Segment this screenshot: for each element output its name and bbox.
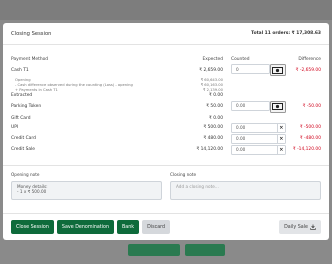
app-header-backdrop <box>0 0 332 20</box>
dialog-footer: Close Session Save Denomination Bank Dis… <box>3 213 329 240</box>
opening-note-col: Opening note Money details: - 1 x ₹ 500.… <box>11 172 162 201</box>
detail-label: + Payments in Cash T1 <box>15 87 58 92</box>
credit-card-difference: ₹ -480.00 <box>299 136 321 142</box>
upi-count-cell: 0.00 × <box>223 122 286 133</box>
cash-icon[interactable] <box>269 64 286 76</box>
credit-sale-expected: ₹ 14,120.00 <box>196 147 223 153</box>
background-button <box>128 244 180 256</box>
table-row-upi: UPI ₹ 500.00 0.00 × ₹ -500.00 <box>11 122 321 133</box>
table-row-credit-card: Credit Card ₹ 480.00 0.00 × ₹ -480.00 <box>11 133 321 144</box>
extracted-value: ₹ 0.00 <box>209 93 223 99</box>
notes-section: Opening note Money details: - 1 x ₹ 500.… <box>11 172 321 201</box>
table-row-credit-sale: Credit Sale ₹ 14,120.00 0.00 × ₹ -14,120… <box>11 144 321 155</box>
upi-label: UPI <box>11 125 19 131</box>
divider <box>3 165 329 167</box>
credit-sale-counted-input[interactable]: 0.00 <box>231 144 278 155</box>
bank-button[interactable]: Bank <box>117 220 140 234</box>
background-button <box>185 244 225 256</box>
cash-difference: ₹ -2,659.00 <box>295 67 321 73</box>
dialog-title: Closing Session <box>11 30 52 37</box>
save-denomination-button[interactable]: Save Denomination <box>56 220 114 234</box>
dialog-header: Closing Session Total 11 orders: ₹ 17,30… <box>3 23 329 45</box>
cash-count-cell: 0 <box>223 64 286 76</box>
extracted-row: Extracted ₹ 0.00 <box>11 92 321 99</box>
table-row-cash: Cash T1 ₹ 2,659.00 0 ₹ -2,659.00 <box>11 63 321 77</box>
detail-value: ₹ 2,139.00 <box>203 87 223 92</box>
clear-icon[interactable]: × <box>277 133 286 144</box>
parking-label: Parking Token <box>11 104 42 110</box>
credit-card-expected: ₹ 480.00 <box>203 136 223 142</box>
opening-note-line: - 1 x ₹ 500.00 <box>17 189 47 195</box>
credit-card-count-cell: 0.00 × <box>223 133 286 144</box>
cash-expected: ₹ 2,659.00 <box>199 67 223 73</box>
discard-button[interactable]: Discard <box>142 220 171 234</box>
clear-icon[interactable]: × <box>277 144 286 155</box>
upi-counted-input[interactable]: 0.00 <box>231 122 278 133</box>
opening-note-label: Opening note <box>11 172 40 178</box>
payment-table: Payment Method Expected Counted Differen… <box>3 45 329 201</box>
header-method: Payment Method <box>11 56 49 62</box>
parking-expected: ₹ 50.00 <box>206 104 223 110</box>
daily-sale-label: Daily Sale <box>284 224 308 230</box>
closing-session-dialog: Closing Session Total 11 orders: ₹ 17,30… <box>3 23 329 240</box>
orders-total: Total 11 orders: ₹ 17,308.63 <box>251 31 321 36</box>
close-session-button[interactable]: Close Session <box>11 220 54 234</box>
extracted-label: Extracted <box>11 93 33 99</box>
header-difference: Difference <box>298 56 321 62</box>
giftcard-label: Gift Card <box>11 115 31 121</box>
closing-note-col: Closing note Add a closing note... <box>170 172 321 201</box>
download-icon <box>310 224 316 230</box>
cash-icon[interactable] <box>269 100 286 113</box>
table-row-giftcard: Gift Card ₹ 0.00 <box>11 114 321 122</box>
daily-sale-button[interactable]: Daily Sale <box>279 220 321 234</box>
credit-sale-count-cell: 0.00 × <box>223 144 286 155</box>
parking-difference: ₹ -50.00 <box>302 104 321 110</box>
header-counted: Counted <box>231 56 250 62</box>
cash-label: Cash T1 <box>11 67 29 73</box>
giftcard-expected: ₹ 0.00 <box>209 115 223 121</box>
upi-expected: ₹ 500.00 <box>203 125 223 131</box>
credit-card-label: Credit Card <box>11 136 36 142</box>
opening-note-field[interactable]: Money details: - 1 x ₹ 500.00 <box>11 181 162 201</box>
credit-card-counted-input[interactable]: 0.00 <box>231 133 278 144</box>
table-row-parking: Parking Token ₹ 50.00 0.00 ₹ -50.00 <box>11 99 321 114</box>
header-expected: Expected <box>202 56 224 62</box>
credit-sale-difference: ₹ -14,120.00 <box>292 147 321 153</box>
closing-note-label: Closing note <box>170 172 197 178</box>
parking-counted-input[interactable]: 0.00 <box>231 100 270 111</box>
parking-count-cell: 0.00 <box>223 100 286 113</box>
clear-icon[interactable]: × <box>277 122 286 133</box>
upi-difference: ₹ -500.00 <box>299 125 321 131</box>
closing-note-field[interactable]: Add a closing note... <box>170 181 321 201</box>
cash-counted-input[interactable]: 0 <box>231 64 270 74</box>
credit-sale-label: Credit Sale <box>11 147 35 153</box>
table-header: Payment Method Expected Counted Differen… <box>11 55 321 63</box>
